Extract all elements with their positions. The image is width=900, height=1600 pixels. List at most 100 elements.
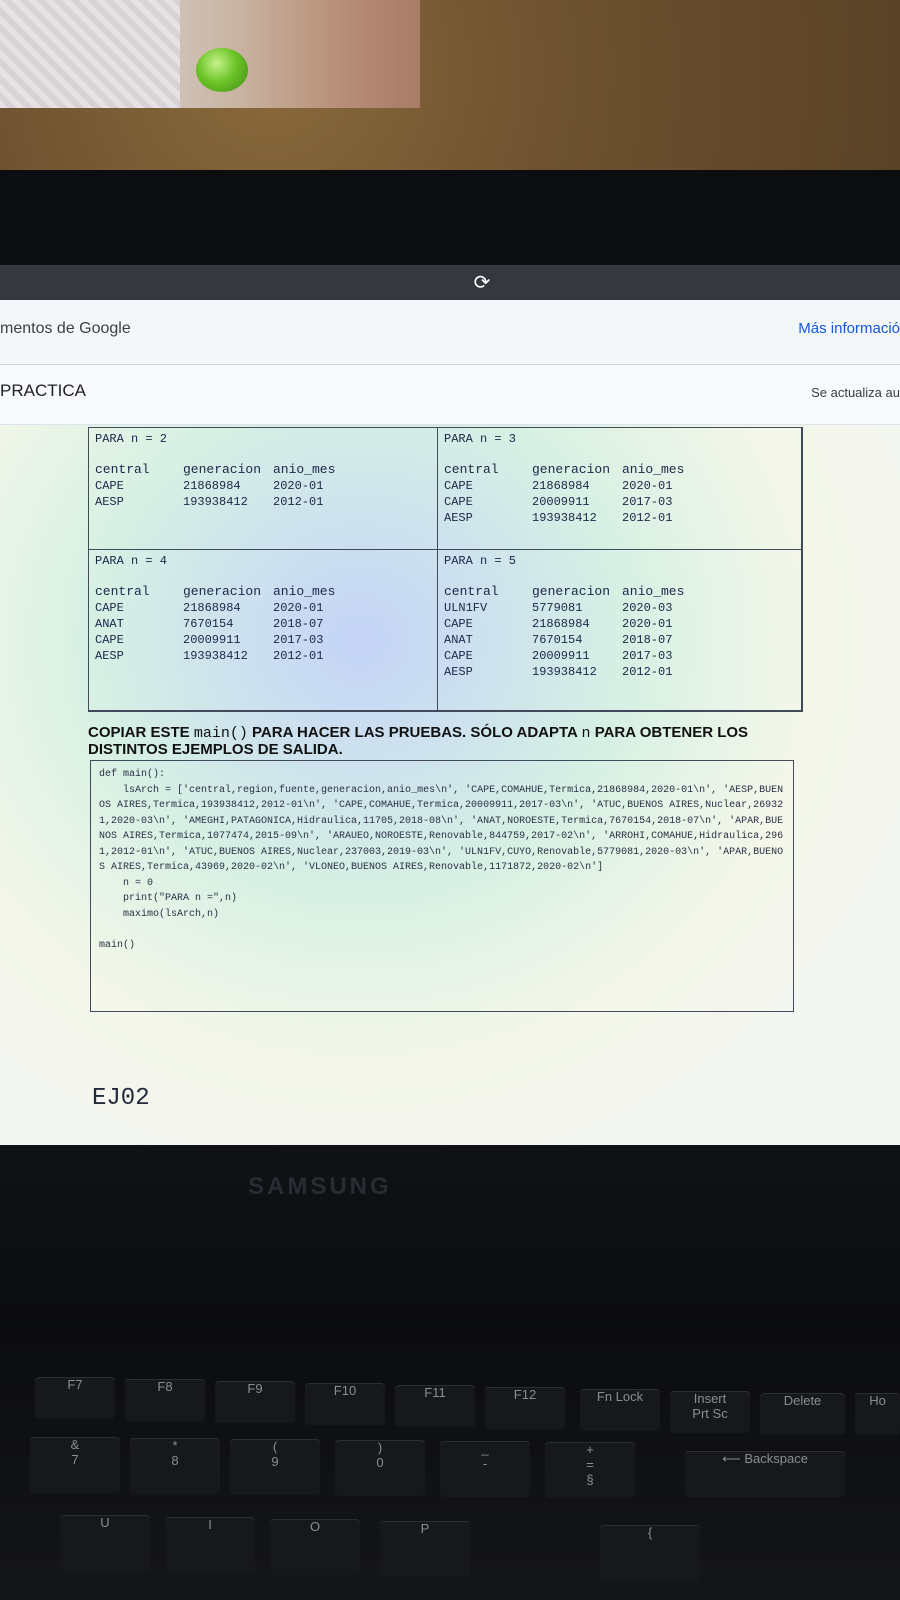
- key-label: Delete: [783, 1393, 822, 1408]
- key-home[interactable]: Ho: [855, 1393, 900, 1435]
- key-equals[interactable]: + = §: [545, 1442, 635, 1498]
- col-header: anio_mes: [273, 584, 336, 599]
- key-8[interactable]: * 8: [130, 1438, 220, 1494]
- section-label: EJ02: [92, 1085, 150, 1112]
- table-cell: ANAT: [95, 617, 124, 631]
- key-backspace[interactable]: ⟵ Backspace: [685, 1451, 845, 1497]
- col-header: generacion: [532, 462, 611, 477]
- example-cell-n3: PARA n = 3 central generacion anio_mes CAP…: [437, 427, 803, 550]
- example-header: PARA n = 5: [444, 554, 517, 568]
- key-label: 8: [171, 1453, 179, 1468]
- table-cell: 2020-01: [622, 617, 673, 631]
- key-u[interactable]: U: [60, 1515, 150, 1571]
- table-cell: 20009911: [183, 633, 241, 647]
- table-cell: 5779081: [532, 601, 583, 615]
- table-cell: AESP: [95, 649, 124, 663]
- key-label: -: [482, 1456, 488, 1471]
- key-label: F8: [157, 1379, 173, 1394]
- photo-pattern: [0, 0, 180, 108]
- table-cell: CAPE: [444, 479, 473, 493]
- table-cell: ANAT: [444, 633, 473, 647]
- table-cell: 7670154: [532, 633, 583, 647]
- col-header: anio_mes: [273, 462, 336, 477]
- example-header: PARA n = 2: [95, 432, 168, 446]
- doc-title: PRACTICA: [0, 381, 86, 400]
- key-f10[interactable]: F10: [305, 1383, 385, 1425]
- brand-logo: SAMSUNG: [248, 1173, 392, 1200]
- key-label: 0: [376, 1455, 384, 1470]
- table-cell: 7670154: [183, 617, 234, 631]
- table-cell: 2020-01: [622, 479, 673, 493]
- col-header: generacion: [532, 584, 611, 599]
- key-fn-lock[interactable]: Fn Lock: [580, 1389, 660, 1431]
- key-0[interactable]: ) 0: [335, 1440, 425, 1496]
- table-cell: 2018-07: [622, 633, 673, 647]
- key-label: (: [272, 1439, 278, 1454]
- instructions-code: main(): [193, 725, 248, 742]
- col-header: central: [95, 584, 150, 599]
- reload-icon[interactable]: ⟳: [470, 270, 494, 294]
- code-block[interactable]: def main(): lsArch = ['central,region,fu…: [90, 760, 794, 1012]
- key-label: &: [70, 1437, 80, 1452]
- example-table: central generacion anio_mes ULN1FV 5779081 2…: [444, 584, 694, 680]
- key-label: ): [377, 1440, 383, 1455]
- key-label: ⟵ Backspace: [722, 1451, 808, 1466]
- key-label: *: [172, 1438, 178, 1453]
- table-cell: 2018-07: [273, 617, 324, 631]
- table-cell: CAPE: [95, 601, 124, 615]
- table-cell: ULN1FV: [444, 601, 488, 615]
- key-label: I: [208, 1517, 212, 1532]
- key-p[interactable]: P: [380, 1521, 470, 1577]
- key-label: Fn Lock: [596, 1389, 644, 1404]
- key-9[interactable]: (9: [230, 1439, 320, 1495]
- key-insert[interactable]: Insert Prt Sc: [670, 1391, 750, 1433]
- table-cell: 2012-01: [273, 495, 324, 509]
- table-cell: 193938412: [183, 649, 248, 663]
- table-cell: 2020-01: [273, 479, 324, 493]
- key-label: F11: [424, 1385, 446, 1400]
- key-f7[interactable]: F7: [35, 1377, 115, 1419]
- output-examples-grid: PARA n = 2 central generacion anio_mes CAP…: [88, 427, 803, 712]
- more-info-link[interactable]: Más informació: [798, 320, 900, 337]
- table-cell: 2012-01: [622, 511, 673, 525]
- key-7[interactable]: & 7: [30, 1437, 120, 1493]
- table-cell: 193938412: [183, 495, 248, 509]
- key-label: _: [481, 1441, 489, 1456]
- table-cell: 20009911: [532, 495, 590, 509]
- example-table: central generacion anio_mes CAPE 21868984 20…: [444, 462, 694, 526]
- table-cell: 21868984: [532, 617, 590, 631]
- table-cell: AESP: [444, 665, 473, 679]
- key-label: {: [647, 1525, 653, 1540]
- example-table: central generacion anio_mes CAPE 21868984 20…: [95, 584, 345, 664]
- table-cell: 2020-03: [622, 601, 673, 615]
- key-label: 9: [271, 1454, 279, 1469]
- col-header: anio_mes: [622, 462, 685, 477]
- table-cell: 21868984: [532, 479, 590, 493]
- key-label: P: [420, 1521, 430, 1536]
- example-cell-n5: PARA n = 5 central generacion anio_mes ULN…: [437, 549, 803, 712]
- push-pin-icon: [196, 48, 248, 92]
- laptop-keyboard: SAMSUNG F7 F8 F9 F10 F11 F12 Fn Lock Ins…: [0, 1145, 900, 1600]
- key-o[interactable]: O: [270, 1519, 360, 1575]
- key-delete[interactable]: Delete: [760, 1393, 845, 1435]
- instructions-heading: COPIAR ESTE main() PARA HACER LAS PRUEBA…: [88, 725, 808, 758]
- table-cell: CAPE: [95, 633, 124, 647]
- auto-update-notice: Se actualiza au: [811, 385, 900, 400]
- key-brace[interactable]: {: [600, 1525, 700, 1581]
- key-label: U: [100, 1515, 110, 1530]
- key-i[interactable]: I: [165, 1517, 255, 1573]
- key-f9[interactable]: F9: [215, 1381, 295, 1423]
- table-cell: 2012-01: [622, 665, 673, 679]
- key-minus[interactable]: _ -: [440, 1441, 530, 1497]
- example-header: PARA n = 4: [95, 554, 168, 568]
- photo-scene: ⟳ mentos de Google Más informació PRACTI…: [0, 0, 900, 1600]
- key-f11[interactable]: F11: [395, 1385, 475, 1427]
- cork-board: [0, 0, 900, 178]
- key-f12[interactable]: F12: [485, 1387, 565, 1429]
- table-cell: CAPE: [444, 617, 473, 631]
- table-cell: 2012-01: [273, 649, 324, 663]
- example-header: PARA n = 3: [444, 432, 517, 446]
- col-header: central: [444, 462, 499, 477]
- google-docs-bar: mentos de Google Más informació: [0, 300, 900, 365]
- key-f8[interactable]: F8: [125, 1379, 205, 1421]
